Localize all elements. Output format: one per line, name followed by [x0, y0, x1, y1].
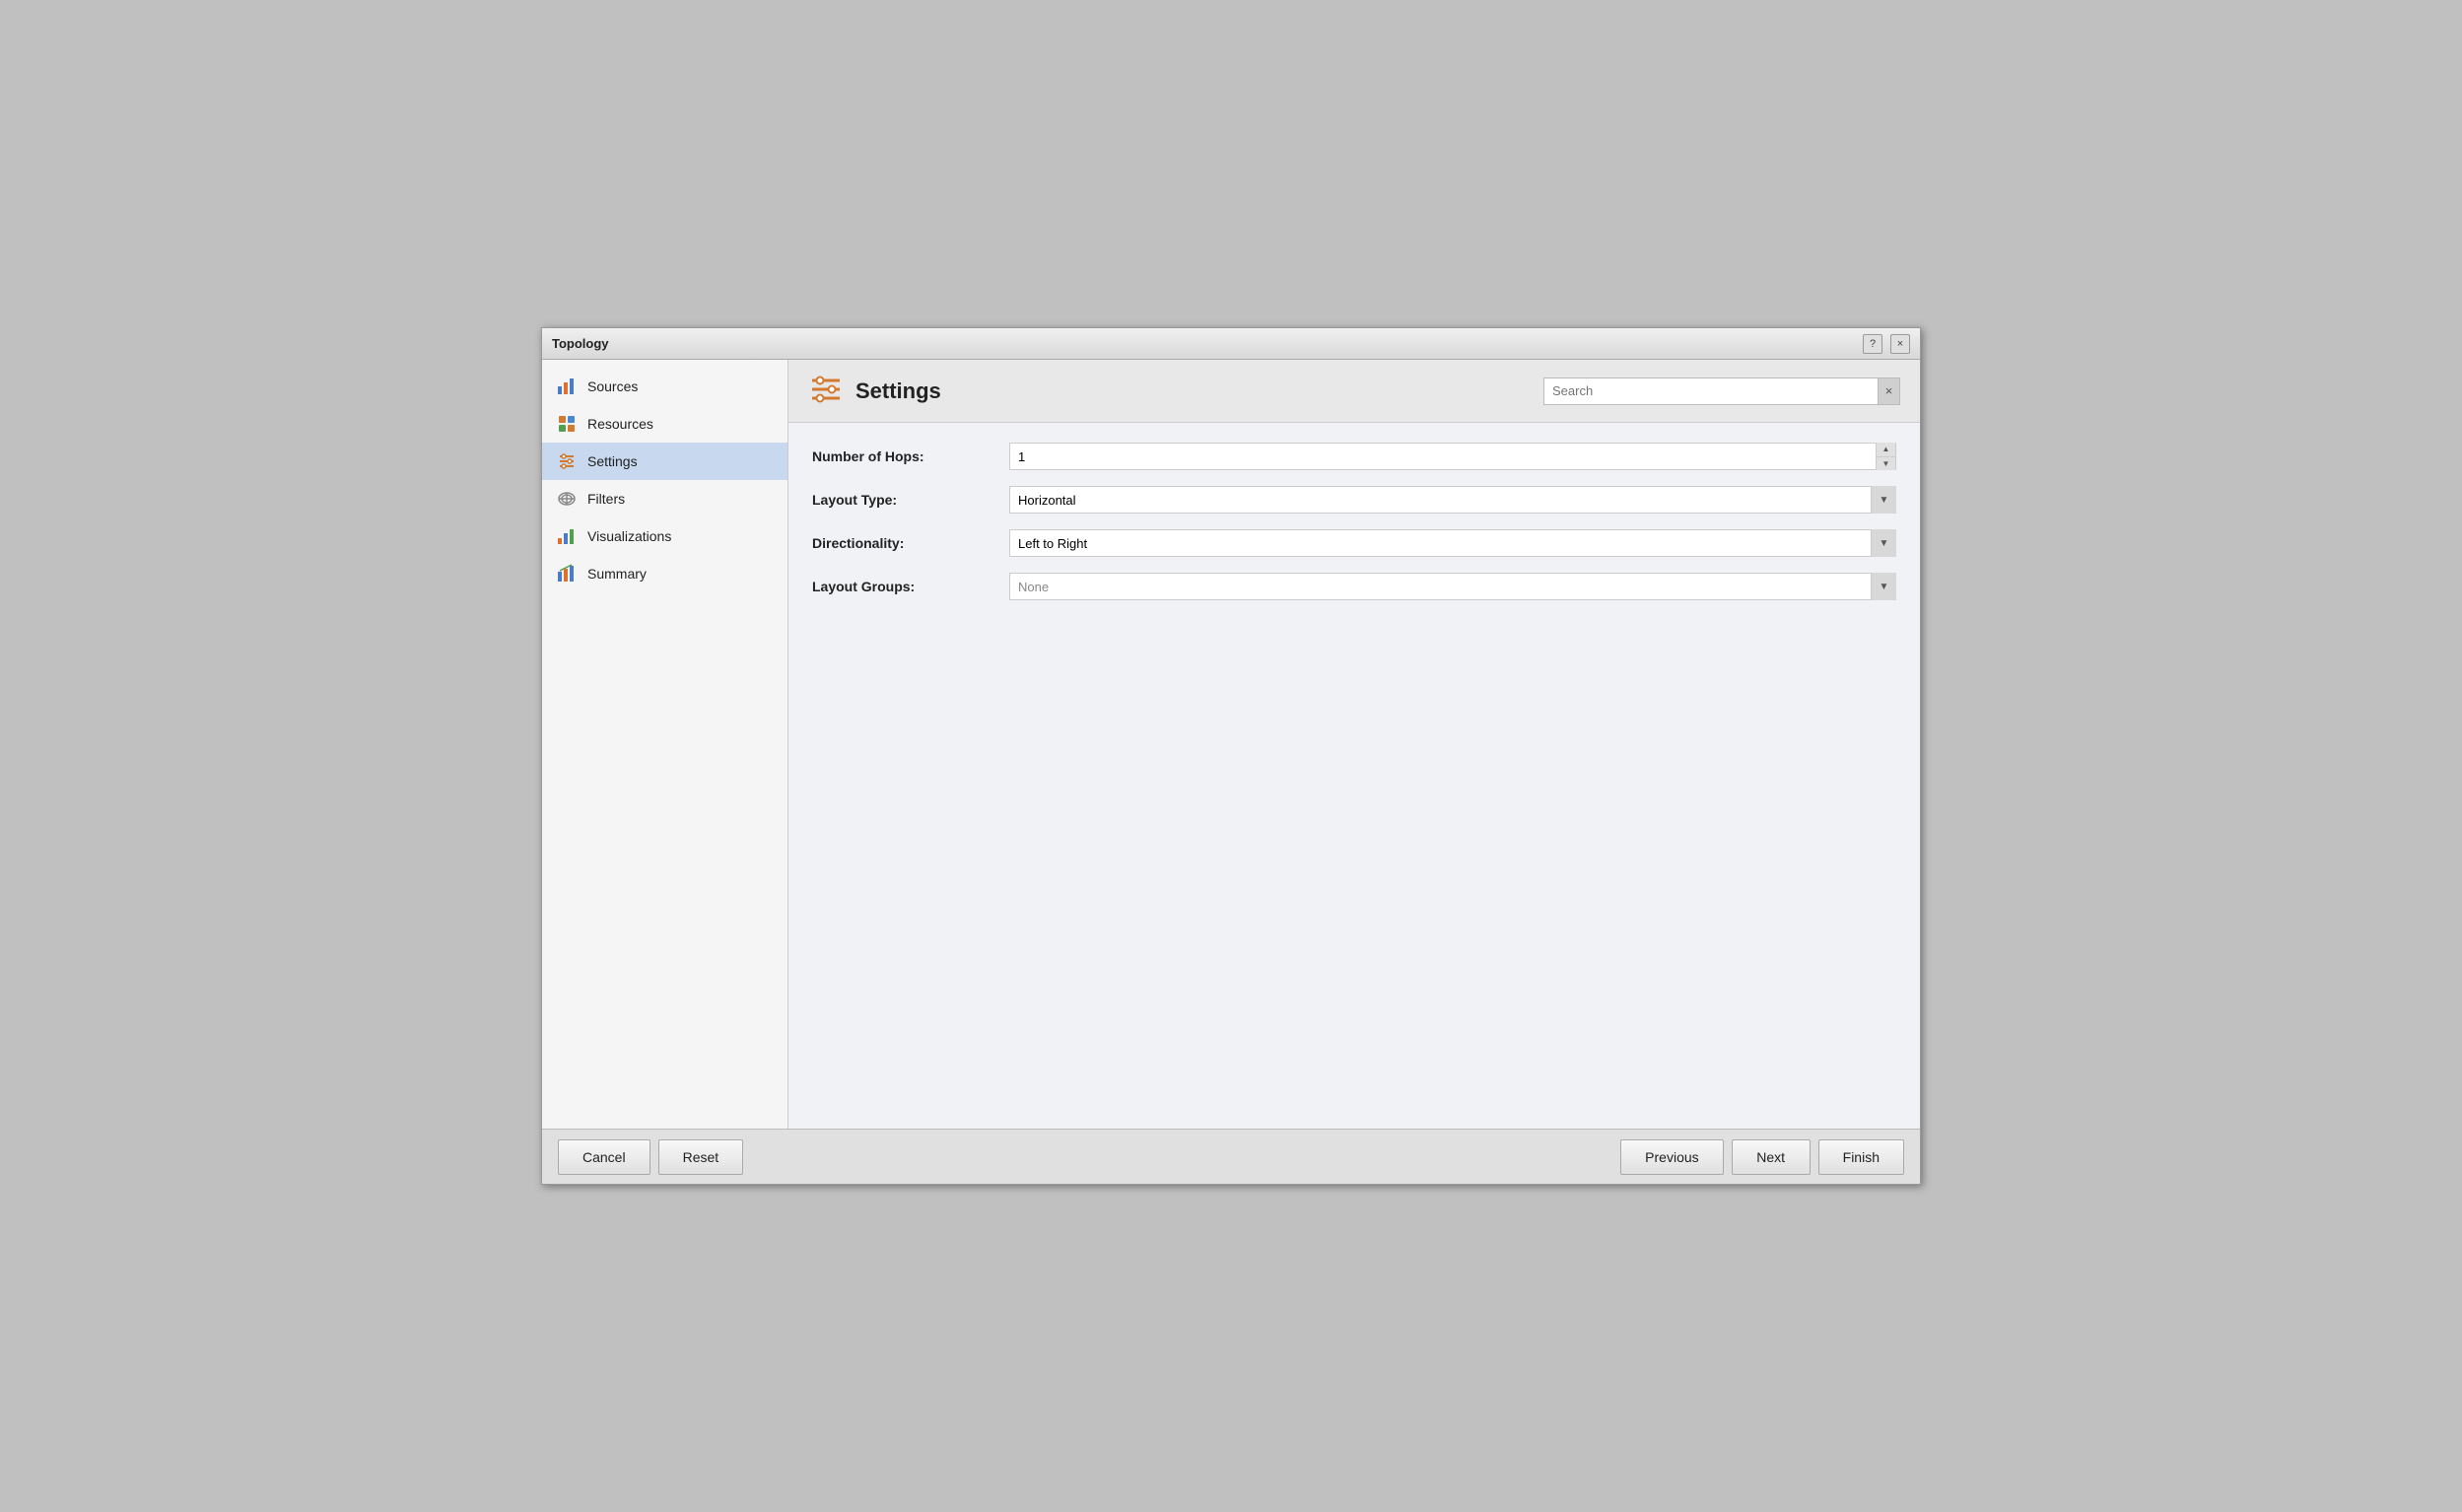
sidebar: Sources Resources — [542, 360, 788, 1129]
page-icon — [808, 372, 844, 410]
control-layout-groups: None Group A Group B ▼ — [1009, 573, 1896, 600]
sidebar-item-summary[interactable]: Summary — [542, 555, 787, 592]
form-row-layout-groups: Layout Groups: None Group A Group B ▼ — [812, 573, 1896, 600]
hops-spinner: ▲ ▼ — [1009, 443, 1896, 470]
label-hops: Number of Hops: — [812, 448, 1009, 464]
help-button[interactable]: ? — [1863, 334, 1882, 354]
cancel-button[interactable]: Cancel — [558, 1139, 650, 1175]
layout-type-select[interactable]: Horizontal Vertical Radial — [1009, 486, 1896, 514]
spinner-up-button[interactable]: ▲ — [1877, 443, 1895, 457]
search-box — [1543, 378, 1879, 405]
settings-icon — [556, 450, 578, 472]
sidebar-label-summary: Summary — [587, 566, 647, 582]
previous-button[interactable]: Previous — [1620, 1139, 1723, 1175]
sidebar-label-visualizations: Visualizations — [587, 528, 671, 544]
title-bar-right: ? × — [1863, 334, 1910, 354]
reset-button[interactable]: Reset — [658, 1139, 744, 1175]
sidebar-item-settings[interactable]: Settings — [542, 443, 787, 480]
window-title: Topology — [552, 336, 609, 351]
title-bar-left: Topology — [552, 336, 609, 351]
sidebar-label-settings: Settings — [587, 453, 638, 469]
footer: Cancel Reset Previous Next Finish — [542, 1129, 1920, 1184]
form-row-hops: Number of Hops: ▲ ▼ — [812, 443, 1896, 470]
next-button[interactable]: Next — [1732, 1139, 1811, 1175]
search-close-button[interactable]: × — [1879, 378, 1900, 405]
sidebar-item-filters[interactable]: Filters — [542, 480, 787, 517]
control-hops: ▲ ▼ — [1009, 443, 1896, 470]
close-button[interactable]: × — [1890, 334, 1910, 354]
sidebar-label-filters: Filters — [587, 491, 625, 507]
content-header: Settings × — [788, 360, 1920, 423]
sidebar-label-sources: Sources — [587, 378, 638, 394]
dialog-body: Sources Resources — [542, 360, 1920, 1129]
layout-groups-select[interactable]: None Group A Group B — [1009, 573, 1896, 600]
search-area: × — [1543, 378, 1900, 405]
spinner-buttons: ▲ ▼ — [1876, 443, 1895, 470]
footer-left: Cancel Reset — [558, 1139, 743, 1175]
control-directionality: Left to Right Right to Left Top to Botto… — [1009, 529, 1896, 557]
label-layout-type: Layout Type: — [812, 492, 1009, 508]
layout-type-select-wrapper: Horizontal Vertical Radial ▼ — [1009, 486, 1896, 514]
sidebar-item-sources[interactable]: Sources — [542, 368, 787, 405]
label-layout-groups: Layout Groups: — [812, 579, 1009, 594]
layout-groups-select-wrapper: None Group A Group B ▼ — [1009, 573, 1896, 600]
summary-icon — [556, 563, 578, 584]
title-bar: Topology ? × — [542, 328, 1920, 360]
label-directionality: Directionality: — [812, 535, 1009, 551]
control-layout-type: Horizontal Vertical Radial ▼ — [1009, 486, 1896, 514]
finish-button[interactable]: Finish — [1818, 1139, 1904, 1175]
topology-dialog: Topology ? × Sources — [541, 327, 1921, 1185]
search-input[interactable] — [1552, 383, 1870, 398]
filters-icon — [556, 488, 578, 510]
form-area: Number of Hops: ▲ ▼ Layout Type: — [788, 423, 1920, 1129]
form-row-layout-type: Layout Type: Horizontal Vertical Radial … — [812, 486, 1896, 514]
content-title-area: Settings — [808, 372, 941, 410]
sidebar-item-resources[interactable]: Resources — [542, 405, 787, 443]
hops-input[interactable] — [1010, 444, 1876, 469]
footer-right: Previous Next Finish — [1620, 1139, 1904, 1175]
sidebar-label-resources: Resources — [587, 416, 653, 432]
page-title: Settings — [855, 378, 941, 404]
sidebar-item-visualizations[interactable]: Visualizations — [542, 517, 787, 555]
sources-icon — [556, 376, 578, 397]
spinner-down-button[interactable]: ▼ — [1877, 457, 1895, 471]
form-row-directionality: Directionality: Left to Right Right to L… — [812, 529, 1896, 557]
visualizations-icon — [556, 525, 578, 547]
directionality-select[interactable]: Left to Right Right to Left Top to Botto… — [1009, 529, 1896, 557]
main-content: Settings × Number of Hops: — [788, 360, 1920, 1129]
directionality-select-wrapper: Left to Right Right to Left Top to Botto… — [1009, 529, 1896, 557]
resources-icon — [556, 413, 578, 435]
